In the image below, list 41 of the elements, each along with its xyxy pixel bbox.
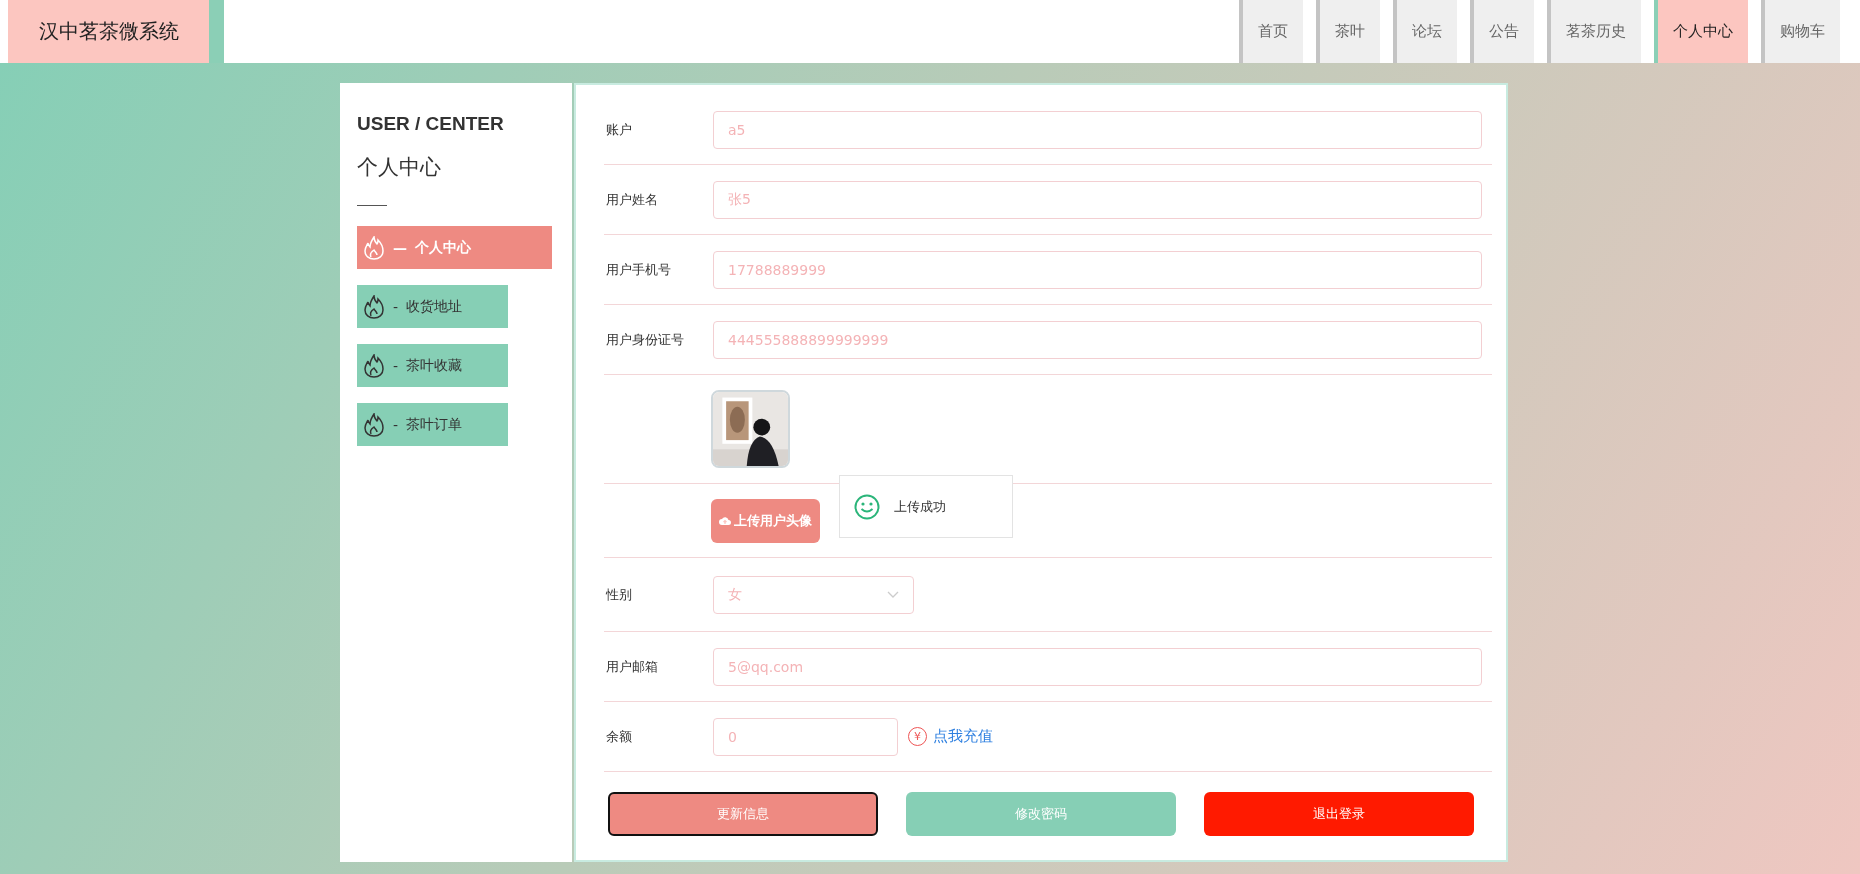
field-label: 性别 (605, 585, 633, 604)
nav-tab[interactable]: 论坛 (1393, 0, 1457, 63)
cloud-upload-icon (719, 515, 731, 526)
field-label: 用户身份证号 (605, 330, 685, 349)
toast-text: 上传成功 (894, 497, 946, 516)
item-marker: - (393, 298, 399, 315)
flame-icon (363, 235, 385, 260)
item-label: 个人中心 (415, 238, 471, 257)
field-label: 用户姓名 (605, 190, 659, 209)
flame-icon (363, 412, 385, 437)
nav-tab[interactable]: 首页 (1239, 0, 1303, 63)
field-label: 余额 (605, 727, 633, 746)
item-label: 收货地址 (406, 297, 463, 316)
chevron-down-icon (887, 590, 899, 599)
section-title: USER / CENTER (357, 113, 505, 135)
smiley-icon (854, 493, 880, 520)
item-marker: — (393, 239, 407, 256)
recharge-link[interactable]: 点我充值 (933, 727, 993, 746)
field-label: 用户手机号 (605, 260, 672, 279)
action-button[interactable]: 更新信息 (608, 792, 878, 836)
field-label: 账户 (605, 120, 633, 139)
nav-tab[interactable]: 茗茶历史 (1547, 0, 1641, 63)
item-label: 茶叶订单 (406, 415, 463, 434)
flame-icon (363, 294, 385, 319)
site-title: 汉中茗茶微系统 (8, 0, 224, 63)
action-button[interactable]: 退出登录 (1204, 792, 1474, 836)
nav-tab[interactable]: 个人中心 (1654, 0, 1748, 63)
upload-avatar-button[interactable]: 上传用户头像 (711, 498, 820, 543)
sidebar-item[interactable]: - 茶叶订单 (357, 403, 508, 446)
flame-icon (363, 353, 385, 378)
item-marker: - (393, 357, 399, 374)
nav-tab[interactable]: 公告 (1470, 0, 1534, 63)
nav-tab[interactable]: 茶叶 (1316, 0, 1380, 63)
sidebar-item[interactable]: - 茶叶收藏 (357, 344, 508, 387)
item-marker: - (393, 416, 399, 433)
field-label: 用户邮箱 (605, 657, 659, 676)
nav-tab[interactable]: 购物车 (1761, 0, 1840, 63)
section-subtitle: 个人中心 (357, 154, 442, 181)
sidebar-item[interactable]: - 收货地址 (357, 285, 508, 328)
sidebar-item[interactable]: — 个人中心 (357, 226, 552, 269)
item-label: 茶叶收藏 (406, 356, 463, 375)
